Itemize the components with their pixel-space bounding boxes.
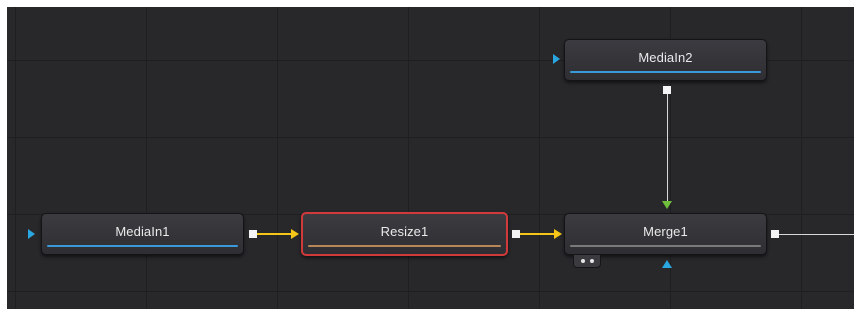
merge1-output-wire	[779, 234, 854, 235]
node-resize1[interactable]: Resize1	[301, 212, 508, 256]
node-merge1-label: Merge1	[643, 224, 688, 239]
mediain1-mask-input-icon[interactable]	[28, 229, 35, 239]
node-resize1-bar	[308, 245, 501, 247]
node-merge1[interactable]: Merge1	[564, 213, 767, 255]
node-mediain1-bar	[47, 245, 238, 247]
resize1-output-port[interactable]	[512, 230, 520, 238]
two-dot-view-indicator-icon[interactable]	[573, 254, 601, 268]
wire-mediain1-to-resize1	[257, 233, 291, 235]
node-mediain2[interactable]: MediaIn2	[564, 39, 767, 81]
merge1-foreground-input-icon[interactable]	[662, 201, 672, 209]
node-merge1-bar	[570, 245, 761, 247]
node-mediain2-bar	[570, 71, 761, 73]
view-dot-2	[590, 259, 594, 263]
wire-mediain2-to-merge1	[667, 94, 668, 201]
merge1-background-input-icon[interactable]	[554, 229, 562, 239]
wire-resize1-to-merge1	[520, 233, 554, 235]
node-mediain1-label: MediaIn1	[115, 224, 170, 239]
node-resize1-label: Resize1	[380, 224, 429, 239]
mediain1-output-port[interactable]	[249, 230, 257, 238]
node-mediain1[interactable]: MediaIn1	[41, 213, 244, 255]
node-mediain2-label: MediaIn2	[638, 50, 693, 65]
node-editor-canvas[interactable]: MediaIn2 MediaIn1 Resize1 Merge1	[7, 7, 854, 309]
merge1-effect-mask-input-icon[interactable]	[662, 260, 672, 268]
view-dot-1	[581, 259, 585, 263]
merge1-output-port[interactable]	[771, 230, 779, 238]
mediain2-mask-input-icon[interactable]	[553, 54, 560, 64]
mediain2-output-port[interactable]	[663, 86, 671, 94]
resize1-input-arrow-icon[interactable]	[291, 229, 299, 239]
